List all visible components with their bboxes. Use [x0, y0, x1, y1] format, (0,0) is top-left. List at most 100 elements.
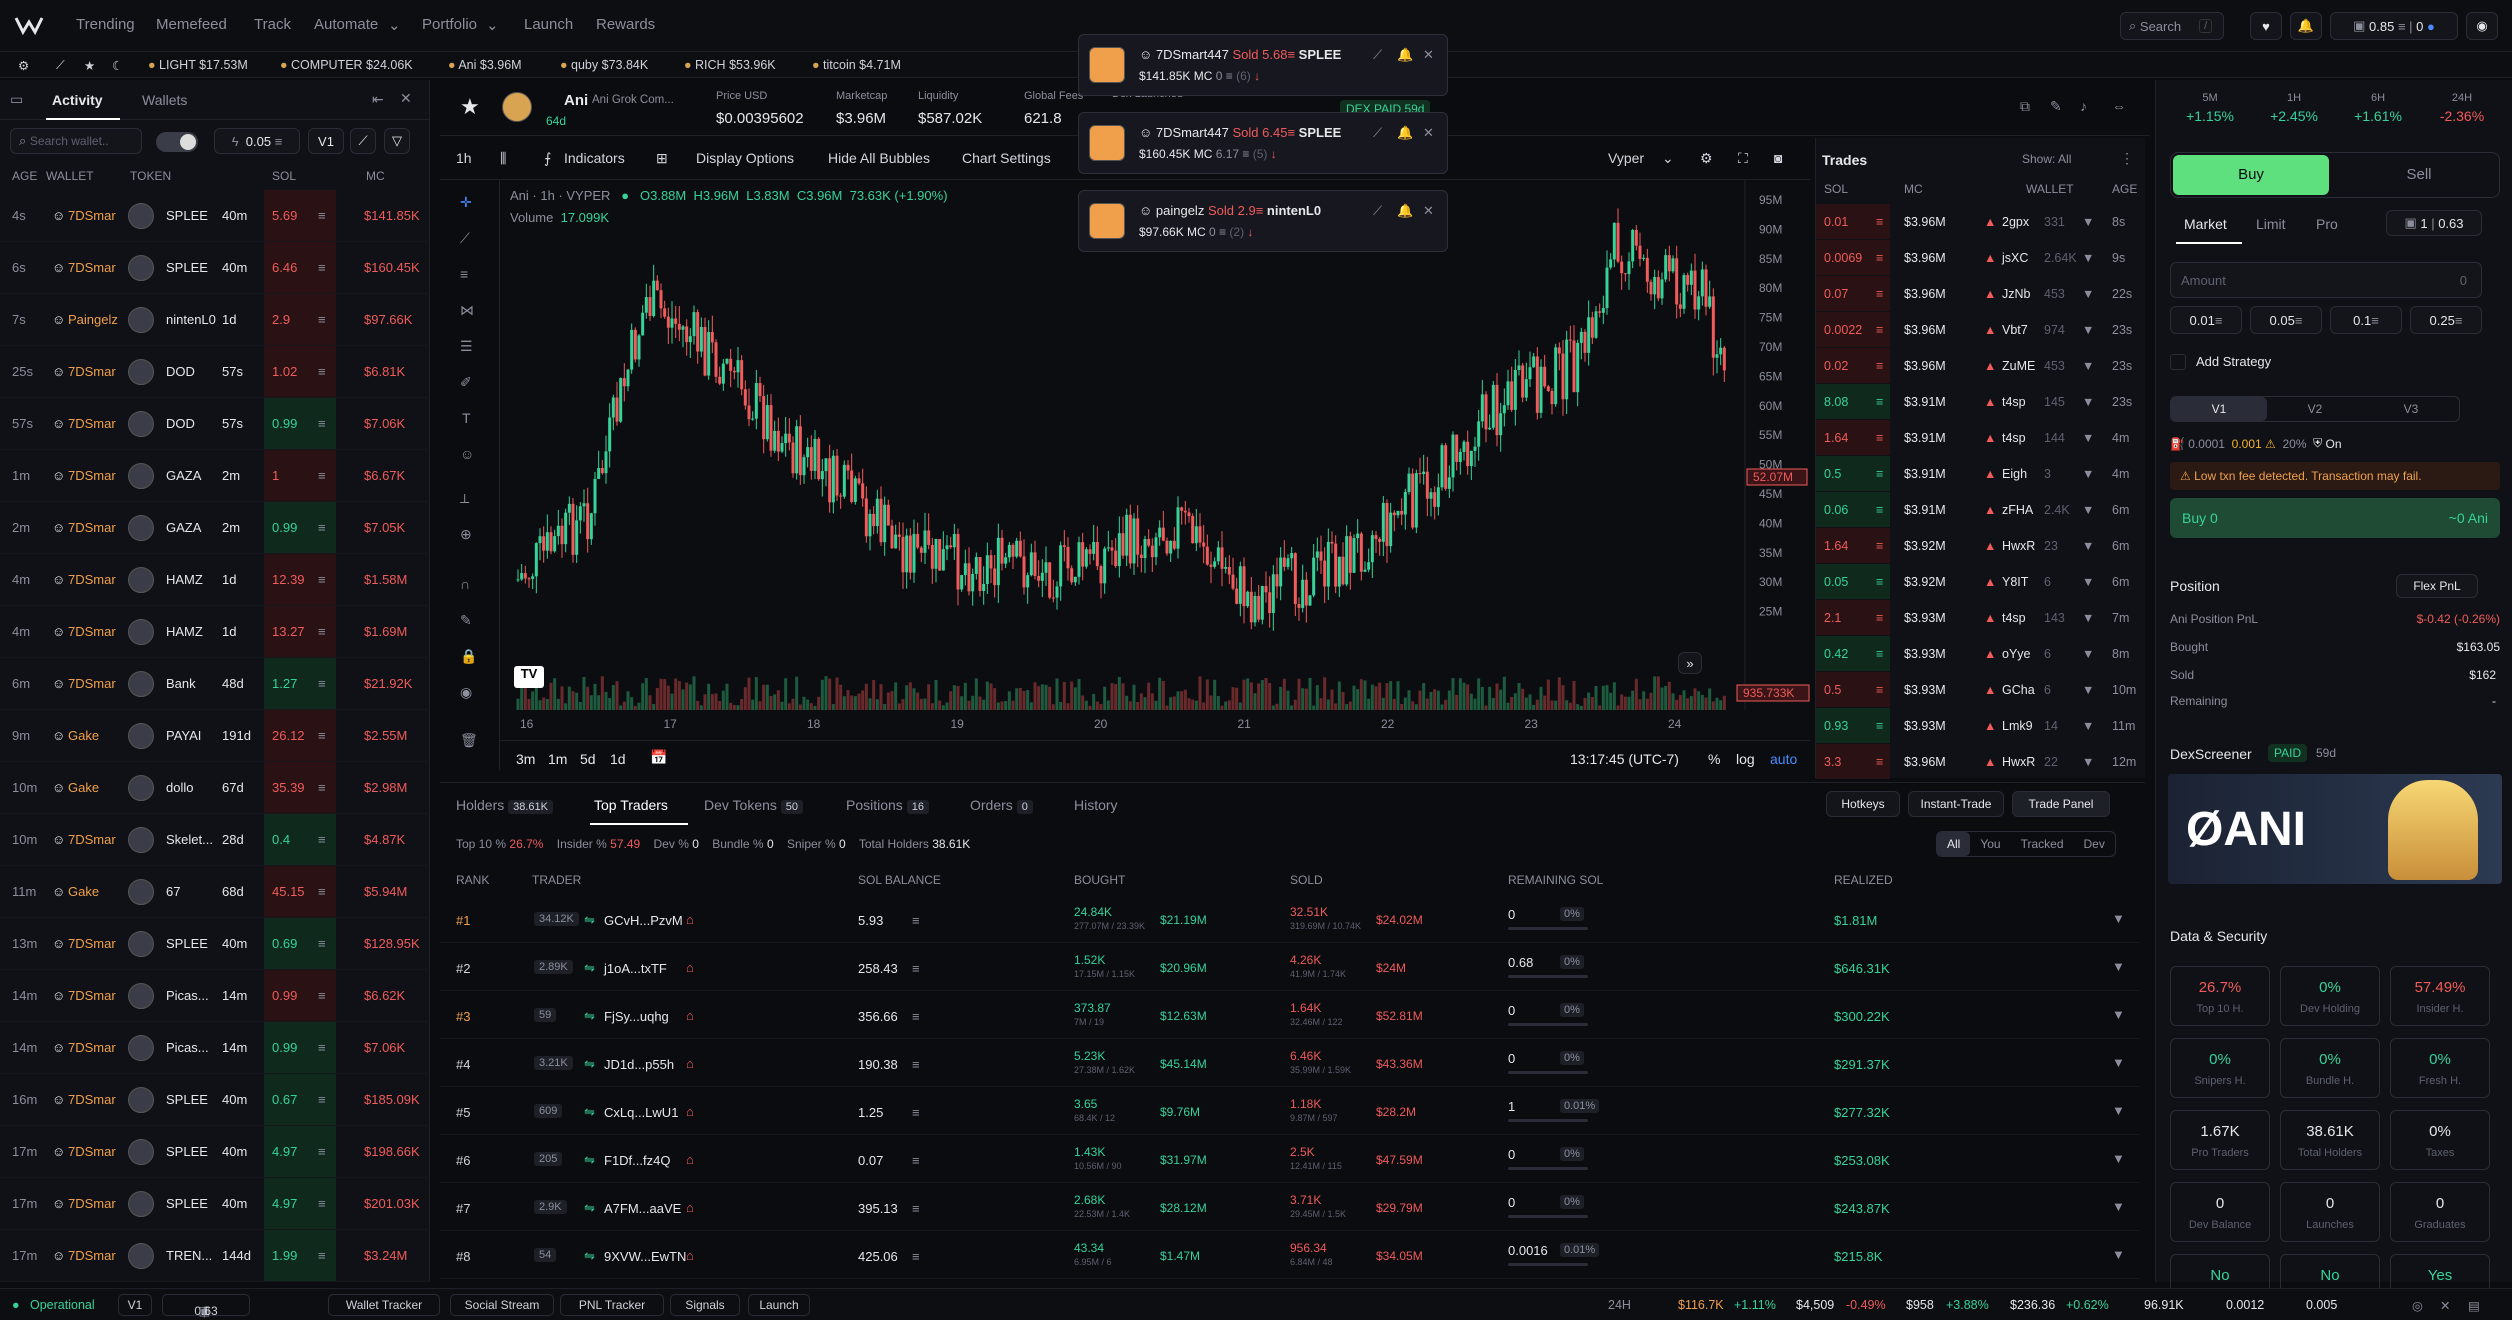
fullscreen-icon[interactable]: ⛶: [1738, 150, 1748, 167]
table-row[interactable]: #1 34.12K ⇋ GCvH...PzvM ⌂ 5.93 ≡ 24.84K 277.07M …: [440, 895, 2140, 943]
ticker-item[interactable]: ● quby $73.84K: [560, 58, 648, 72]
log-toggle[interactable]: log: [1736, 751, 1755, 767]
twitter-icon[interactable]: ✕: [2440, 1298, 2450, 1313]
trade-row[interactable]: 0.01 ≡ $3.96M ▲ 2gpx 331 ▼ 8s: [1816, 204, 2146, 240]
fib-icon[interactable]: ☰: [460, 338, 473, 355]
table-row[interactable]: #2 2.89K ⇋ j1oA...txTF ⌂ 258.43 ≡ 1.52K 17.15M /…: [440, 943, 2140, 991]
tab-history[interactable]: History: [1074, 797, 1118, 813]
mode-limit[interactable]: Limit: [2256, 216, 2286, 232]
close-icon[interactable]: ✕: [1423, 203, 1434, 219]
filter-icon[interactable]: ▼: [2082, 611, 2094, 625]
hlines-icon[interactable]: ≡: [460, 266, 468, 282]
nav-memefeed[interactable]: Memefeed: [156, 16, 227, 33]
bell-icon[interactable]: 🔔: [1397, 203, 1413, 219]
activity-row[interactable]: 4m ☺ 7DSmar HAMZ 1d 12.39 ≡ $1.58M: [0, 554, 430, 606]
trade-row[interactable]: 0.5 ≡ $3.91M ▲ Eigh 3 ▼ 4m: [1816, 456, 2146, 492]
crosshair-icon[interactable]: ✛: [460, 194, 472, 211]
filter-icon[interactable]: ▼: [2112, 1199, 2125, 1214]
trade-notification[interactable]: ☺ 7DSmart447 Sold 5.68≡ SPLEE $141.85K MC…: [1078, 34, 1448, 96]
filter-icon[interactable]: ▼: [2112, 1151, 2125, 1166]
text-icon[interactable]: T: [462, 410, 471, 426]
trade-row[interactable]: 8.08 ≡ $3.91M ▲ t4sp 145 ▼ 23s: [1816, 384, 2146, 420]
quick-amount-button[interactable]: 0.05 ≡: [2250, 306, 2322, 334]
tab-dev-tokens[interactable]: Dev Tokens 50: [704, 797, 804, 814]
filter-icon[interactable]: ▼: [2112, 1007, 2125, 1022]
logo[interactable]: [14, 14, 44, 36]
sell-tab[interactable]: Sell: [2341, 155, 2497, 195]
filter-icon[interactable]: ▽: [384, 128, 410, 154]
tab-wallets[interactable]: Wallets: [142, 92, 187, 108]
trade-row[interactable]: 0.0069 ≡ $3.96M ▲ jsXC 2.64K ▼ 9s: [1816, 240, 2146, 276]
table-row[interactable]: #6 205 ⇋ F1Df...fz4Q ⌂ 0.07 ≡ 1.43K 10.56M / 90 $…: [440, 1135, 2140, 1183]
trade-row[interactable]: 3.3 ≡ $3.96M ▲ HwxR 22 ▼ 12m: [1816, 744, 2146, 780]
sound-icon[interactable]: ♪: [2080, 98, 2087, 114]
tab-top-traders[interactable]: Top Traders: [594, 797, 668, 813]
ticker-item[interactable]: ● titcoin $4.71M: [812, 58, 901, 72]
activity-row[interactable]: 6s ☺ 7DSmar SPLEE 40m 6.46 ≡ $160.45K: [0, 242, 430, 294]
status-link-wallet-tracker[interactable]: Wallet Tracker: [328, 1294, 440, 1316]
tab-positions[interactable]: Positions 16: [846, 797, 929, 814]
bell-icon[interactable]: 🔔: [2290, 12, 2322, 40]
tab-holders[interactable]: Holders 38.61K: [456, 797, 554, 814]
candle-icon[interactable]: ⫼: [500, 150, 506, 167]
tab-activity[interactable]: Activity: [52, 92, 103, 108]
timeframe-6h[interactable]: 6H +1.61%: [2338, 88, 2418, 132]
activity-row[interactable]: 4m ☺ 7DSmar HAMZ 1d 13.27 ≡ $1.69M: [0, 606, 430, 658]
table-row[interactable]: #3 59 ⇋ FjSy...uqhg ⌂ 356.66 ≡ 373.87 7M / 19 $12…: [440, 991, 2140, 1039]
search-button[interactable]: ⌕ Search /: [2120, 12, 2224, 40]
trade-row[interactable]: 0.5 ≡ $3.93M ▲ GCha 6 ▼ 10m: [1816, 672, 2146, 708]
star-icon[interactable]: ★: [84, 58, 95, 73]
activity-row[interactable]: 25s ☺ 7DSmar DOD 57s 1.02 ≡ $6.81K: [0, 346, 430, 398]
trade-panel-button[interactable]: Trade Panel: [2012, 791, 2110, 817]
source-select[interactable]: Vyper: [1608, 150, 1644, 166]
activity-row[interactable]: 17m ☺ 7DSmar SPLEE 40m 4.97 ≡ $198.66K: [0, 1126, 430, 1178]
nav-track[interactable]: Track: [254, 16, 291, 33]
range-5d[interactable]: 5d: [580, 751, 596, 767]
layout-icon[interactable]: ⊞: [656, 150, 668, 167]
filter-icon[interactable]: ▼: [2082, 575, 2094, 589]
scope-all[interactable]: All: [1937, 832, 1971, 856]
price-chart[interactable]: Ani · 1h · VYPER ● O3.88M H3.96M L3.83M …: [500, 180, 1810, 740]
version-select[interactable]: V1: [308, 128, 344, 154]
profile-icon[interactable]: ◉: [2466, 12, 2498, 40]
auto-toggle[interactable]: auto: [1770, 751, 1797, 767]
timeframe-1h[interactable]: 1H +2.45%: [2254, 88, 2334, 132]
filter-icon[interactable]: ▼: [2082, 287, 2094, 301]
preset-select[interactable]: ▣ 1 | 0.63: [2386, 210, 2482, 236]
quick-amount-button[interactable]: 0.01 ≡: [2170, 306, 2242, 334]
trade-row[interactable]: 1.64 ≡ $3.91M ▲ t4sp 144 ▼ 4m: [1816, 420, 2146, 456]
activity-row[interactable]: 14m ☺ 7DSmar Picas... 14m 0.99 ≡ $6.62K: [0, 970, 430, 1022]
filter-icon[interactable]: ▼: [2082, 719, 2094, 733]
nav-portfolio[interactable]: Portfolio: [422, 16, 477, 33]
scope-dev[interactable]: Dev: [2074, 832, 2115, 856]
close-icon[interactable]: ✕: [1423, 47, 1434, 63]
filter-icon[interactable]: ▼: [2082, 323, 2094, 337]
close-icon[interactable]: ✕: [1423, 125, 1434, 141]
settings-icon[interactable]: ⚙: [18, 58, 29, 73]
panel-toggle-icon[interactable]: ▭: [10, 91, 23, 108]
expand-icon[interactable]: ⇔: [2112, 98, 2126, 114]
filter-icon[interactable]: ▼: [2082, 359, 2094, 373]
nav-trending[interactable]: Trending: [76, 16, 135, 33]
chart-icon[interactable]: ⟋: [56, 58, 65, 73]
lock-icon[interactable]: 🔒: [460, 648, 477, 665]
discord-icon[interactable]: ◎: [2412, 1298, 2423, 1313]
activity-row[interactable]: 16m ☺ 7DSmar SPLEE 40m 0.67 ≡ $185.09K: [0, 1074, 430, 1126]
percent-toggle[interactable]: %: [1708, 751, 1720, 767]
trade-row[interactable]: 0.93 ≡ $3.93M ▲ Lmk9 14 ▼ 11m: [1816, 708, 2146, 744]
chart-icon[interactable]: ⟋: [1373, 47, 1382, 63]
range-3m[interactable]: 3m: [516, 751, 535, 767]
status-link-signals[interactable]: Signals: [670, 1294, 740, 1316]
range-1d[interactable]: 1d: [610, 751, 626, 767]
pencil-lock-icon[interactable]: ✎: [460, 612, 472, 629]
scroll-right-button[interactable]: »: [1678, 652, 1702, 674]
trades-filter[interactable]: Show: All: [2022, 152, 2071, 166]
close-icon[interactable]: ✕: [400, 90, 412, 107]
trade-notification[interactable]: ☺ paingelz Sold 2.9≡ nintenL0 $97.66K MC …: [1078, 190, 1448, 252]
quick-amount-button[interactable]: 0.1 ≡: [2330, 306, 2402, 334]
filter-icon[interactable]: ▼: [2082, 647, 2094, 661]
filter-icon[interactable]: ▼: [2112, 1103, 2125, 1118]
flex-pnl-select[interactable]: Flex PnL: [2396, 574, 2478, 598]
activity-row[interactable]: 10m ☺ 7DSmar Skelet... 28d 0.4 ≡ $4.87K: [0, 814, 430, 866]
activity-row[interactable]: 1m ☺ 7DSmar GAZA 2m 1 ≡ $6.67K: [0, 450, 430, 502]
